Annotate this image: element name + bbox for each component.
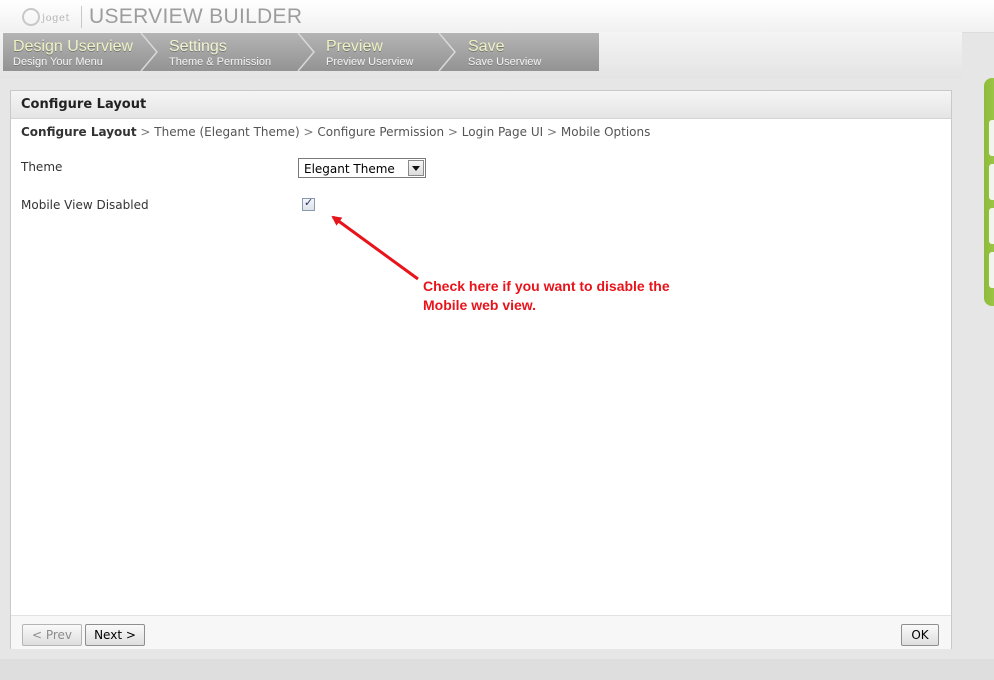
panel-footer: < Prev Next > OK (11, 615, 951, 649)
annotation-line-2: Mobile web view. (423, 297, 537, 313)
step-subtitle: Theme & Permission (169, 56, 272, 68)
wizard-step-save[interactable]: Save Save Userview (458, 33, 598, 71)
ok-button[interactable]: OK (901, 624, 939, 646)
wizard-steps: Design Userview Design Your Menu Setting… (3, 33, 599, 71)
prev-button[interactable]: < Prev (22, 624, 82, 646)
step-subtitle: Save Userview (468, 56, 542, 68)
step-chevron-icon (438, 33, 456, 71)
side-palette-tab[interactable] (989, 208, 994, 244)
step-chevron-icon (140, 33, 158, 71)
wizard-bar: Design Userview Design Your Menu Setting… (0, 32, 962, 78)
step-title: Design Userview (13, 38, 134, 55)
app-title: USERVIEW BUILDER (89, 5, 303, 28)
side-palette-tab[interactable] (989, 164, 994, 200)
logo-icon (22, 8, 40, 26)
joget-logo: joget (20, 7, 78, 27)
step-chevron-icon (297, 33, 315, 71)
side-palette-tab[interactable] (989, 252, 994, 288)
step-title: Save (468, 38, 505, 55)
step-title: Settings (169, 38, 227, 55)
annotation-callout: Check here if you want to disable the Mo… (423, 277, 723, 315)
header-divider (81, 6, 82, 28)
page-bottom-strip (0, 659, 994, 680)
side-palette-tab[interactable] (989, 120, 994, 156)
configure-layout-panel: Configure Layout Configure Layout > Them… (10, 90, 952, 649)
wizard-step-preview[interactable]: Preview Preview Userview (316, 33, 436, 71)
wizard-step-design[interactable]: Design Userview Design Your Menu (3, 33, 145, 71)
app-header: joget USERVIEW BUILDER (0, 0, 994, 33)
side-palette-panel[interactable] (984, 78, 994, 306)
step-subtitle: Design Your Menu (13, 56, 103, 68)
wizard-step-settings[interactable]: Settings Theme & Permission (159, 33, 301, 71)
logo-text: joget (42, 13, 70, 24)
next-button[interactable]: Next > (85, 624, 145, 646)
step-subtitle: Preview Userview (326, 56, 414, 68)
annotation-line-1: Check here if you want to disable the (423, 278, 670, 294)
step-title: Preview (326, 38, 383, 55)
